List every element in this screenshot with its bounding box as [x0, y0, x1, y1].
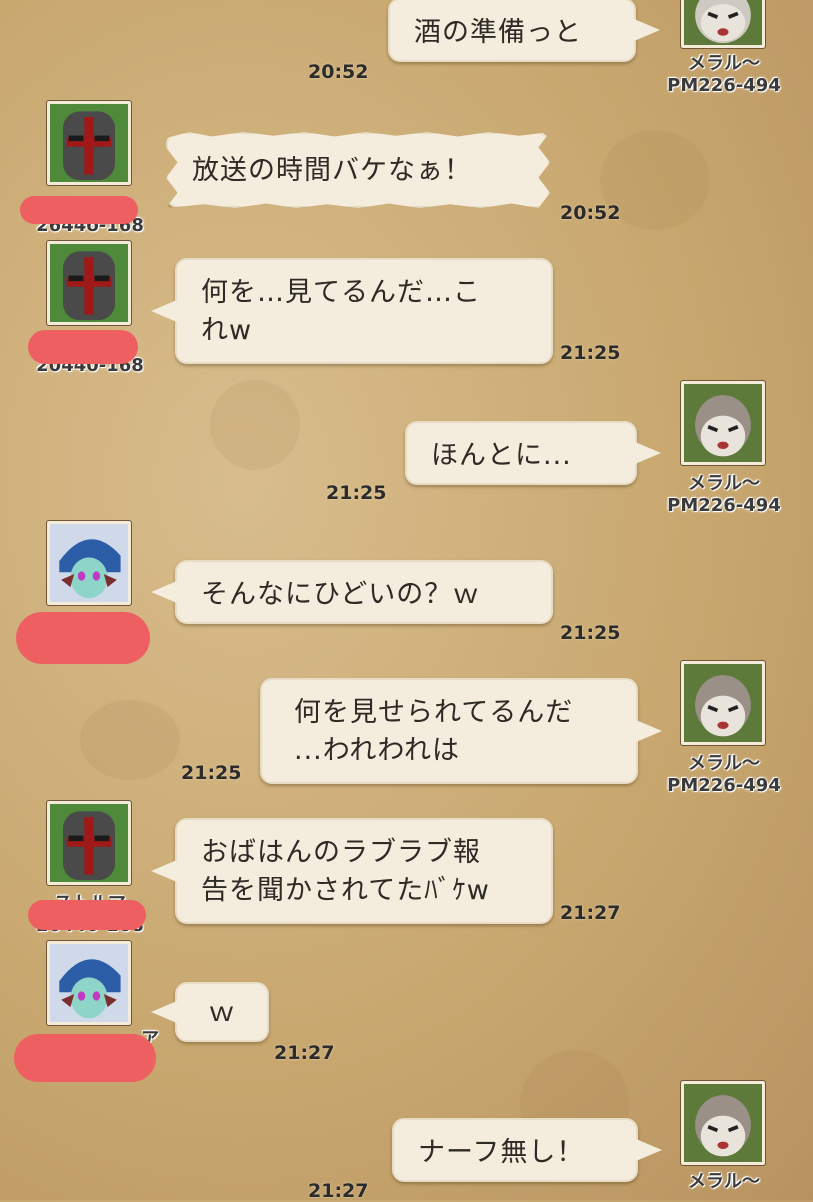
sender-name: メラル〜 [688, 53, 760, 74]
message-bubble[interactable]: 放送の時間バケなぁ！ [166, 132, 550, 208]
message-text-line: 告を聞かされてたﾊﾞｹw [201, 875, 490, 906]
redaction-mark [28, 330, 138, 364]
message-text: そんなにひどいの？ｗ [201, 579, 481, 610]
cat-hood-avatar-icon[interactable] [680, 0, 766, 49]
cat-hood-avatar-icon[interactable] [680, 380, 766, 466]
message-text: ｗ [208, 997, 236, 1028]
message-text-line: 何を…見てるんだ…こ [201, 277, 481, 308]
message-text: 放送の時間バケなぁ！ [192, 155, 472, 186]
sender-name: メラル〜 [688, 753, 760, 774]
message-text: ほんとに... [431, 440, 572, 471]
redaction-mark [14, 1034, 156, 1082]
message-text-line: おばはんのラブラブ報 [201, 837, 481, 868]
chat-log[interactable]: 酒の準備っと メラル〜 PM226-494 20:52 2644б-168 放送… [0, 0, 813, 1202]
sender-id: PM226-494 [667, 75, 781, 96]
redaction-mark [16, 612, 150, 664]
background-slime-pattern [210, 380, 300, 470]
message-time: 20:52 [308, 61, 369, 83]
message-time: 20:52 [560, 202, 621, 224]
message-text: 酒の準備っと [414, 17, 582, 48]
message-bubble[interactable]: おばはんのラブラブ報 告を聞かされてたﾊﾞｹw [151, 818, 553, 924]
message-bubble[interactable]: そんなにひどいの？ｗ [151, 560, 553, 624]
message-bubble[interactable]: 酒の準備っと [388, 0, 660, 62]
message-time: 21:25 [181, 762, 242, 784]
sender-id: PM226-494 [667, 495, 781, 516]
message-bubble[interactable]: 何を見せられてるんだ ...われわれは [260, 678, 662, 784]
message-text-line: ...われわれは [294, 735, 461, 766]
sender-id: PM226-494 [667, 775, 781, 796]
sender-name: メラル〜 [688, 473, 760, 494]
message-text-line: 何を見せられてるんだ [294, 697, 574, 728]
knight-helmet-avatar-icon[interactable] [46, 240, 132, 326]
message-time: 21:27 [274, 1042, 335, 1064]
message-time: 21:27 [308, 1180, 369, 1202]
message-bubble[interactable]: ナーフ無し！ [392, 1118, 662, 1182]
cat-hood-avatar-icon[interactable] [680, 660, 766, 746]
message-time: 21:25 [560, 622, 621, 644]
blue-hair-elf-avatar-icon[interactable] [46, 520, 132, 606]
sender-name: メラル〜 [688, 1171, 760, 1192]
message-text-line: れw [201, 315, 253, 346]
message-bubble[interactable]: ほんとに... [405, 421, 661, 485]
redaction-mark [20, 196, 138, 224]
message-time: 21:25 [326, 482, 387, 504]
message-bubble[interactable]: ｗ [151, 982, 269, 1042]
knight-helmet-avatar-icon[interactable] [46, 800, 132, 886]
cat-hood-avatar-icon[interactable] [680, 1080, 766, 1166]
blue-hair-elf-avatar-icon[interactable] [46, 940, 132, 1026]
knight-helmet-avatar-icon[interactable] [46, 100, 132, 186]
message-time: 21:27 [560, 902, 621, 924]
message-text: ナーフ無し！ [418, 1137, 585, 1168]
message-bubble[interactable]: 何を…見てるんだ…こ れw [151, 258, 553, 364]
background-slime-pattern [80, 700, 180, 780]
message-time: 21:25 [560, 342, 621, 364]
redaction-mark [28, 900, 146, 930]
